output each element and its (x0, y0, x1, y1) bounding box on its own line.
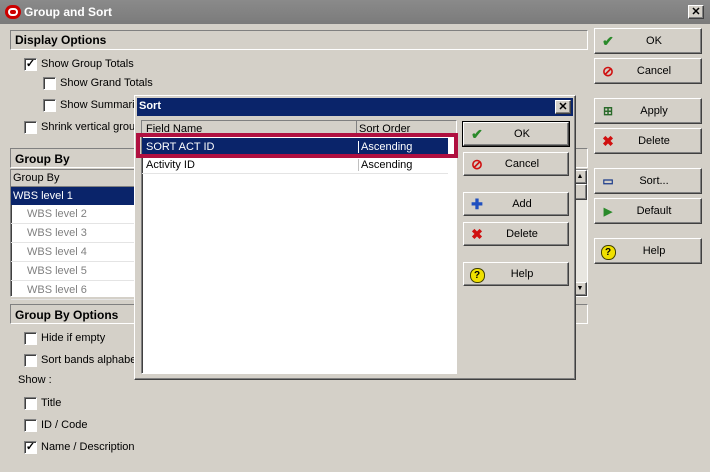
sort-delete-button[interactable]: ✖ Delete (463, 222, 569, 246)
sort-dialog-title: Sort (139, 100, 161, 112)
sort-cancel-button[interactable]: ⊘ Cancel (463, 152, 569, 176)
sort-bands-checkbox[interactable] (24, 354, 37, 367)
delete-icon: ✖ (471, 225, 483, 242)
apply-button[interactable]: ⊞ Apply (594, 98, 702, 124)
title-checkbox[interactable] (24, 397, 37, 410)
show-group-totals-label: Show Group Totals (41, 58, 134, 70)
sort-ok-button[interactable]: ✔ OK (462, 121, 570, 147)
help-icon: ? (595, 242, 621, 260)
id-code-label: ID / Code (41, 419, 88, 431)
ok-button[interactable]: ✔ OK (594, 28, 702, 54)
sort-dialog-title-bar: Sort ✕ (137, 98, 573, 116)
shrink-vertical-label: Shrink vertical grou (41, 121, 136, 133)
apply-icon: ⊞ (602, 104, 614, 118)
id-code-checkbox[interactable] (24, 419, 37, 432)
table-row[interactable]: WBS level 4 (11, 243, 135, 262)
help-icon: ? (464, 265, 490, 283)
sort-grid[interactable]: Field Name Sort Order SORT ACT ID Ascend… (141, 120, 457, 374)
sort-add-button[interactable]: ✚ Add (463, 192, 569, 216)
check-icon: ✔ (471, 125, 483, 142)
help-button[interactable]: ? Help (594, 238, 702, 264)
close-icon: ✕ (691, 6, 701, 18)
table-row[interactable]: Activity ID Ascending (142, 156, 448, 174)
cancel-icon: ⊘ (471, 155, 483, 172)
cancel-button[interactable]: ⊘ Cancel (594, 58, 702, 84)
shrink-vertical-checkbox[interactable] (24, 121, 37, 134)
selection-highlight-box (136, 133, 458, 158)
show-summaries-checkbox[interactable] (43, 99, 56, 112)
window-title: Group and Sort (24, 5, 112, 19)
close-icon: ✕ (558, 101, 568, 113)
delete-icon: ✖ (602, 132, 614, 149)
show-label: Show : (18, 374, 52, 386)
title-label: Title (41, 397, 62, 409)
table-row[interactable]: WBS level 3 (11, 224, 135, 243)
sort-help-button[interactable]: ? Help (463, 262, 569, 286)
name-description-checkbox[interactable]: ✓ (24, 441, 37, 454)
sort-bands-label: Sort bands alphabe (41, 354, 137, 366)
sort-button[interactable]: ▭ Sort... (594, 168, 702, 194)
show-grand-totals-checkbox[interactable] (43, 77, 56, 90)
table-row[interactable]: WBS level 5 (11, 262, 135, 281)
window-close-button[interactable]: ✕ (688, 5, 704, 19)
monitor-icon: ▭ (602, 174, 614, 188)
hide-if-empty-checkbox[interactable] (24, 332, 37, 345)
show-summaries-label: Show Summari (60, 99, 135, 111)
main-title-bar: Group and Sort ✕ (0, 0, 710, 24)
name-description-label: Name / Description (41, 441, 135, 453)
show-grand-totals-label: Show Grand Totals (60, 77, 153, 89)
default-button[interactable]: ▶ Default (594, 198, 702, 224)
table-row[interactable]: WBS level 6 (11, 281, 135, 300)
play-icon: ▶ (603, 205, 613, 218)
display-options-header: Display Options (10, 30, 588, 50)
plus-icon: ✚ (471, 195, 483, 212)
check-icon: ✔ (602, 32, 614, 49)
delete-button[interactable]: ✖ Delete (594, 128, 702, 154)
table-row[interactable]: WBS level 1 (11, 187, 135, 205)
sort-dialog-close-button[interactable]: ✕ (555, 100, 571, 114)
hide-if-empty-label: Hide if empty (41, 332, 106, 344)
oracle-logo-icon (5, 5, 21, 19)
cancel-icon: ⊘ (602, 62, 614, 79)
show-group-totals-checkbox[interactable]: ✓ (24, 58, 37, 71)
table-row[interactable]: WBS level 2 (11, 205, 135, 224)
